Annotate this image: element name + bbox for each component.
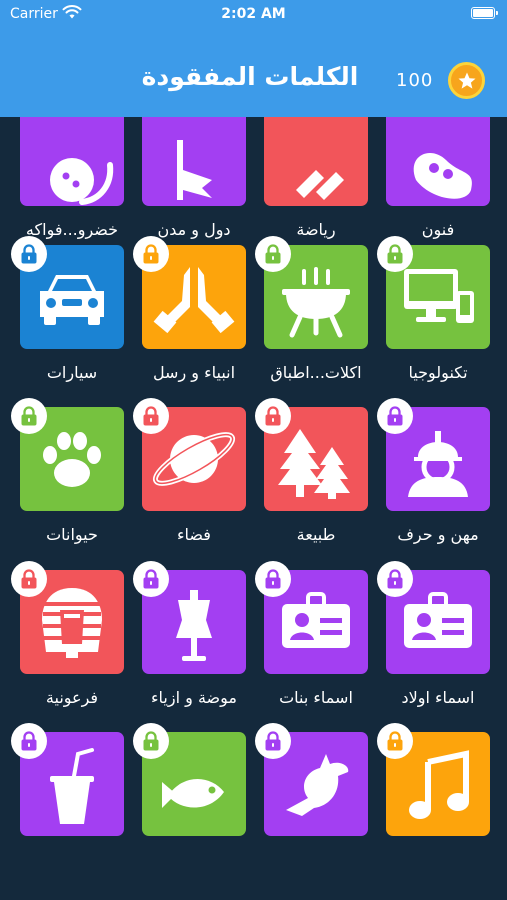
app-root: Carrier 2:02 AM الكلمات المفقودة 100 فنو… bbox=[0, 0, 507, 900]
category-label: فرعونية bbox=[45, 688, 99, 707]
category-tile[interactable] bbox=[20, 117, 124, 206]
category-label: موضة و ازياء bbox=[151, 688, 237, 707]
lock-icon bbox=[377, 723, 413, 759]
sport-icon bbox=[296, 170, 344, 200]
category-label: طبيعة bbox=[296, 525, 336, 544]
lock-icon bbox=[255, 561, 291, 597]
category-label: اكلات...اطباق bbox=[270, 363, 362, 382]
flag-icon bbox=[177, 140, 212, 200]
category-label: سيارات bbox=[46, 363, 98, 382]
category-label: فضاء bbox=[177, 525, 211, 544]
category-tile[interactable] bbox=[264, 117, 368, 206]
lock-icon bbox=[11, 398, 47, 434]
palette-icon bbox=[413, 152, 472, 199]
lock-icon bbox=[133, 236, 169, 272]
lock-icon bbox=[377, 561, 413, 597]
category-label: حيوانات bbox=[46, 525, 98, 544]
category-label: اسماء اولاد bbox=[401, 688, 475, 707]
page-title: الكلمات المفقودة bbox=[141, 62, 359, 91]
status-time: 2:02 AM bbox=[221, 6, 286, 22]
category-label: مهن و حرف bbox=[397, 525, 479, 544]
status-bar: Carrier 2:02 AM bbox=[0, 0, 507, 30]
category-label: تكنولوجيا bbox=[408, 363, 468, 382]
fruit-icon bbox=[50, 158, 114, 205]
lock-icon bbox=[11, 561, 47, 597]
category-label: اسماء بنات bbox=[279, 688, 353, 707]
category-tile[interactable] bbox=[142, 117, 246, 206]
coin-count: 100 bbox=[396, 70, 434, 91]
coin-star-icon[interactable] bbox=[448, 62, 485, 99]
battery-icon bbox=[471, 7, 498, 19]
category-grid: فنون رياضة دول و مدن خضرو...فواكه تكنولوجيا ا… bbox=[0, 117, 507, 900]
lock-icon bbox=[255, 723, 291, 759]
lock-icon bbox=[133, 398, 169, 434]
lock-icon bbox=[133, 723, 169, 759]
lock-icon bbox=[255, 236, 291, 272]
lock-icon bbox=[11, 723, 47, 759]
category-tile[interactable] bbox=[386, 117, 490, 206]
header-bar: Carrier 2:02 AM الكلمات المفقودة 100 bbox=[0, 0, 507, 117]
lock-icon bbox=[255, 398, 291, 434]
lock-icon bbox=[11, 236, 47, 272]
lock-icon bbox=[133, 561, 169, 597]
lock-icon bbox=[377, 398, 413, 434]
category-label: انبياء و رسل bbox=[152, 363, 236, 382]
lock-icon bbox=[377, 236, 413, 272]
